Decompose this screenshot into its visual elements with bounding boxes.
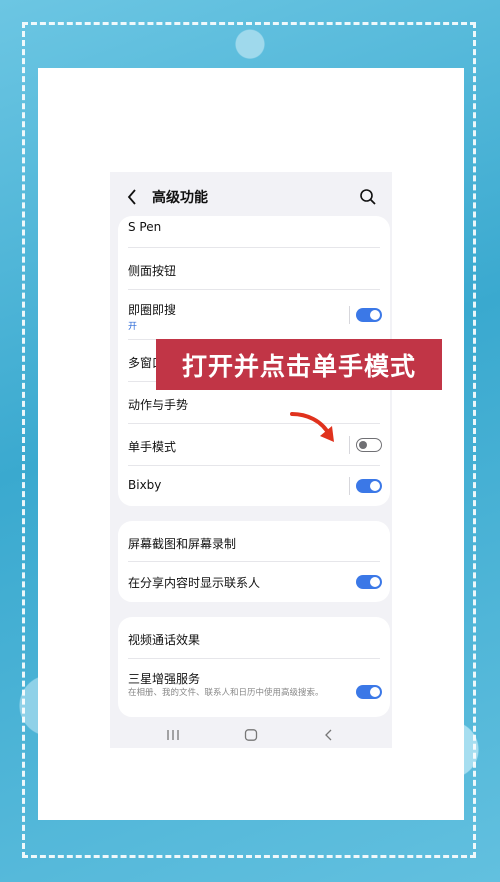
one-handed-mode-toggle[interactable] [356, 438, 382, 452]
list-item-circle-to-search[interactable]: 即圈即搜 开 [118, 290, 390, 340]
page-title: 高级功能 [152, 190, 208, 206]
chevron-left-icon[interactable] [124, 187, 140, 207]
item-label: 屏幕截图和屏幕录制 [128, 537, 237, 551]
vertical-separator [349, 436, 350, 454]
circle-to-search-toggle[interactable] [356, 308, 382, 322]
item-description: 在相册、我的文件、联系人和日历中使用高级搜索。 [128, 688, 324, 698]
list-item-share-contacts[interactable]: 在分享内容时显示联系人 [118, 562, 390, 602]
navigation-bar [110, 720, 392, 748]
list-item-screenshots[interactable]: 屏幕截图和屏幕录制 [118, 521, 390, 561]
recent-apps-icon[interactable] [166, 726, 180, 745]
vertical-separator [349, 306, 350, 324]
list-item-video-call-effects[interactable]: 视频通话效果 [118, 617, 390, 658]
search-icon[interactable] [359, 188, 377, 206]
app-header: 高级功能 [110, 172, 392, 222]
item-label: 即圈即搜 [128, 303, 177, 317]
phone-screen: 高级功能 S Pen 侧面按钮 即圈即搜 开 多窗口 动作与手势 单手模式 Bi… [110, 172, 392, 748]
item-label: 单手模式 [128, 440, 177, 454]
settings-group-3: 视频通话效果 三星增强服务 在相册、我的文件、联系人和日历中使用高级搜索。 [118, 617, 390, 717]
item-status: 开 [128, 322, 138, 332]
list-item-samsung-enhanced[interactable]: 三星增强服务 在相册、我的文件、联系人和日历中使用高级搜索。 [118, 659, 390, 717]
back-icon[interactable] [324, 726, 334, 745]
samsung-enhanced-toggle[interactable] [356, 685, 382, 699]
item-label: 动作与手势 [128, 398, 189, 412]
item-label: 侧面按钮 [128, 264, 177, 278]
red-arrow-icon [290, 412, 334, 442]
home-icon[interactable] [244, 726, 258, 745]
item-label: 在分享内容时显示联系人 [128, 576, 261, 590]
list-item-s-pen[interactable]: S Pen [118, 216, 390, 248]
instruction-banner: 打开并点击单手模式 [156, 339, 442, 390]
settings-group-2: 屏幕截图和屏幕录制 在分享内容时显示联系人 [118, 521, 390, 602]
item-label: S Pen [128, 220, 162, 234]
share-contacts-toggle[interactable] [356, 575, 382, 589]
item-label: Bixby [128, 478, 162, 492]
item-label: 三星增强服务 [128, 672, 201, 686]
item-label: 视频通话效果 [128, 633, 201, 647]
vertical-separator [349, 477, 350, 495]
bixby-toggle[interactable] [356, 479, 382, 493]
list-item-side-button[interactable]: 侧面按钮 [118, 248, 390, 290]
list-item-one-handed-mode[interactable]: 单手模式 [118, 424, 390, 466]
list-item-bixby[interactable]: Bixby [118, 466, 390, 506]
